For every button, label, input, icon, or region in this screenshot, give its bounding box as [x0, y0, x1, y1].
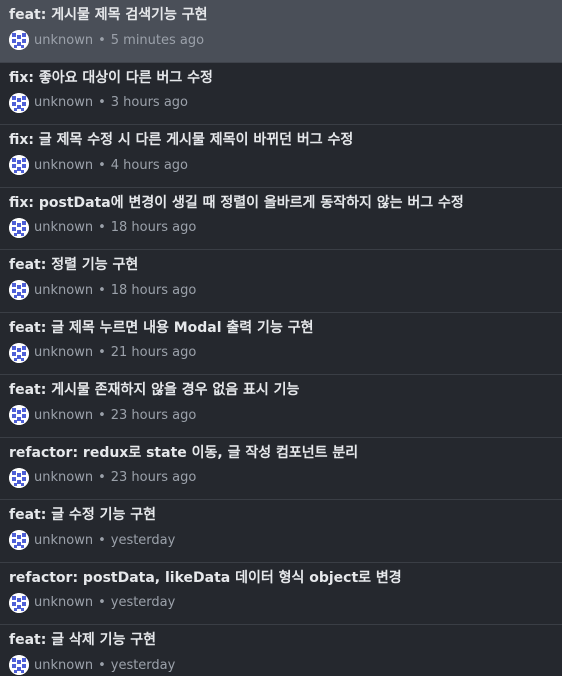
avatar-icon	[9, 217, 29, 238]
commit-author: unknown	[34, 595, 94, 610]
commit-item[interactable]: refactor: postData, likeData 데이터 형식 obje…	[0, 562, 562, 625]
commit-author: unknown	[34, 282, 94, 298]
commit-time: yesterday	[110, 532, 176, 548]
commit-subject: feat: 글 삭제 기능 구현	[9, 632, 156, 648]
commit-subject: feat: 글 수정 기능 구현	[9, 507, 156, 523]
commit-author: unknown	[34, 32, 94, 48]
commit-meta: unknown • yesterday	[9, 652, 553, 676]
avatar-icon	[9, 280, 29, 300]
commit-item[interactable]: feat: 정렬 기능 구현 unknown • 18 hours ago	[0, 250, 562, 313]
commit-time: 18 hours ago	[110, 220, 197, 235]
meta-separator: •	[98, 595, 106, 610]
commit-list: feat: 게시물 제목 검색기능 구현 unknown • 5 minutes…	[0, 0, 562, 676]
commit-meta: unknown • yesterday	[9, 590, 553, 616]
commit-item[interactable]: feat: 게시물 제목 검색기능 구현 unknown • 5 minutes…	[0, 0, 562, 63]
commit-meta: unknown • 5 minutes ago	[9, 27, 553, 53]
commit-subject: refactor: redux로 state 이동, 글 작성 컴포넌트 분리	[9, 444, 359, 461]
commit-item[interactable]: feat: 글 삭제 기능 구현 unknown • yesterday	[0, 625, 562, 676]
meta-separator: •	[98, 532, 106, 548]
commit-author: unknown	[34, 157, 94, 173]
avatar-icon	[9, 405, 29, 425]
commit-time: 5 minutes ago	[110, 32, 205, 48]
commit-item[interactable]: fix: 글 제목 수정 시 다른 게시물 제목이 바뀌던 버그 수정 unkn…	[0, 125, 562, 188]
commit-meta: unknown • 18 hours ago	[9, 277, 553, 303]
commit-item[interactable]: fix: postData에 변경이 생길 때 정렬이 올바르게 동작하지 않는…	[0, 187, 562, 250]
commit-time: yesterday	[110, 657, 176, 673]
commit-time: 18 hours ago	[110, 282, 197, 298]
commit-meta: unknown • 23 hours ago	[9, 402, 553, 428]
avatar-icon	[9, 92, 29, 113]
meta-separator: •	[98, 32, 106, 48]
avatar-icon	[9, 467, 29, 488]
commit-item[interactable]: feat: 글 제목 누르면 내용 Modal 출력 기능 구현 unknown…	[0, 312, 562, 375]
commit-subject: fix: 좋아요 대상이 다른 버그 수정	[9, 69, 213, 86]
commit-author: unknown	[34, 345, 94, 360]
commit-meta: unknown • yesterday	[9, 527, 553, 553]
commit-time: 3 hours ago	[110, 95, 189, 110]
commit-author: unknown	[34, 657, 94, 673]
avatar-icon	[9, 155, 29, 175]
commit-subject: fix: 글 제목 수정 시 다른 게시물 제목이 바뀌던 버그 수정	[9, 132, 354, 148]
meta-separator: •	[98, 157, 106, 173]
avatar-icon	[9, 30, 29, 50]
avatar-icon	[9, 530, 29, 550]
meta-separator: •	[98, 95, 106, 110]
avatar-icon	[9, 655, 29, 675]
meta-separator: •	[98, 407, 106, 423]
avatar-icon	[9, 592, 29, 613]
commit-meta: unknown • 23 hours ago	[9, 465, 553, 491]
commit-meta: unknown • 21 hours ago	[9, 340, 553, 366]
commit-subject: fix: postData에 변경이 생길 때 정렬이 올바르게 동작하지 않는…	[9, 194, 464, 211]
commit-subject: refactor: postData, likeData 데이터 형식 obje…	[9, 569, 402, 586]
commit-subject: feat: 게시물 제목 검색기능 구현	[9, 7, 208, 23]
commit-author: unknown	[34, 95, 94, 110]
meta-separator: •	[98, 345, 106, 360]
commit-author: unknown	[34, 220, 94, 235]
commit-subject: feat: 정렬 기능 구현	[9, 257, 139, 273]
commit-meta: unknown • 4 hours ago	[9, 152, 553, 178]
avatar-icon	[9, 342, 29, 363]
commit-time: 4 hours ago	[110, 157, 189, 173]
commit-author: unknown	[34, 470, 94, 485]
commit-time: 23 hours ago	[110, 470, 197, 485]
commit-item[interactable]: fix: 좋아요 대상이 다른 버그 수정 unknown • 3 hours …	[0, 62, 562, 125]
meta-separator: •	[98, 220, 106, 235]
commit-item[interactable]: refactor: redux로 state 이동, 글 작성 컴포넌트 분리 …	[0, 437, 562, 500]
commit-time: 23 hours ago	[110, 407, 197, 423]
commit-subject: feat: 글 제목 누르면 내용 Modal 출력 기능 구현	[9, 319, 314, 336]
commit-author: unknown	[34, 532, 94, 548]
meta-separator: •	[98, 657, 106, 673]
commit-time: 21 hours ago	[110, 345, 197, 360]
commit-subject: feat: 게시물 존재하지 않을 경우 없음 표시 기능	[9, 382, 300, 398]
meta-separator: •	[98, 470, 106, 485]
commit-time: yesterday	[110, 595, 176, 610]
meta-separator: •	[98, 282, 106, 298]
commit-meta: unknown • 3 hours ago	[9, 90, 553, 116]
commit-meta: unknown • 18 hours ago	[9, 215, 553, 241]
commit-author: unknown	[34, 407, 94, 423]
commit-item[interactable]: feat: 게시물 존재하지 않을 경우 없음 표시 기능 unknown • …	[0, 375, 562, 438]
commit-item[interactable]: feat: 글 수정 기능 구현 unknown • yesterday	[0, 500, 562, 563]
